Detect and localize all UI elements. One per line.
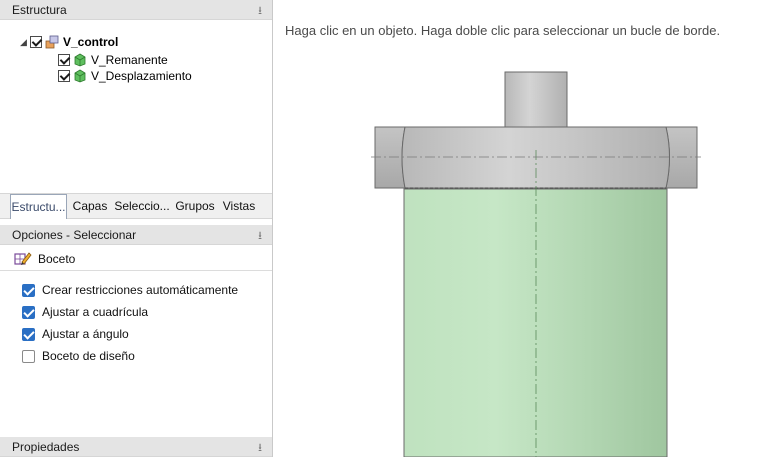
pin-icon[interactable]: ⭳: [258, 227, 262, 246]
tab-grupos[interactable]: Grupos: [173, 194, 217, 219]
options-panel-title: Opciones - Seleccionar: [12, 228, 137, 242]
design-sketch-checkbox[interactable]: [22, 349, 35, 363]
part-icon: [74, 53, 86, 67]
sketch-pencil-icon: [14, 251, 32, 265]
option-auto-constraints[interactable]: Crear restricciones automáticamente: [22, 281, 238, 299]
option-label: Ajustar a ángulo: [42, 327, 129, 341]
expander-icon[interactable]: ◢: [20, 37, 30, 48]
green-cylinder-body[interactable]: [403, 188, 668, 457]
tab-capas[interactable]: Capas: [70, 194, 110, 219]
structure-tree: ◢ V_control V_Remanente V_Desplazamiento: [0, 21, 272, 192]
tree-item-root[interactable]: ◢ V_control: [20, 34, 118, 50]
option-label: Ajustar a cuadrícula: [42, 305, 149, 319]
tree-item-checkbox[interactable]: [58, 70, 70, 82]
tree-root-checkbox[interactable]: [30, 36, 42, 48]
pin-icon[interactable]: ⭳: [258, 439, 262, 457]
top-stub[interactable]: [504, 71, 568, 128]
panel-tabs: Estructu... Capas Seleccio... Grupos Vis…: [0, 193, 272, 219]
structure-panel-header: Estructura ⭳: [0, 0, 272, 20]
option-design-sketch[interactable]: Boceto de diseño: [22, 347, 135, 365]
sketch-section[interactable]: Boceto: [0, 247, 272, 271]
right-pin[interactable]: [665, 126, 698, 189]
tree-item-checkbox[interactable]: [58, 54, 70, 66]
part-icon: [74, 69, 86, 83]
option-label: Boceto de diseño: [42, 349, 135, 363]
left-pin[interactable]: [374, 126, 406, 189]
assembly-icon: [45, 35, 59, 49]
tab-estructura[interactable]: Estructu...: [10, 194, 67, 219]
tree-item-label: V_Remanente: [91, 53, 168, 67]
tab-vistas[interactable]: Vistas: [219, 194, 259, 219]
option-snap-angle[interactable]: Ajustar a ángulo: [22, 325, 129, 343]
tree-item-v-remanente[interactable]: V_Remanente: [58, 52, 168, 68]
options-panel: Boceto Crear restricciones automáticamen…: [0, 247, 272, 437]
structure-panel-title: Estructura: [12, 3, 67, 17]
sketch-section-label: Boceto: [38, 251, 76, 266]
3d-viewport[interactable]: Haga clic en un objeto. Haga doble clic …: [274, 0, 759, 457]
3d-model[interactable]: [274, 0, 759, 457]
snap-grid-checkbox[interactable]: [22, 305, 35, 319]
tree-item-label: V_Desplazamiento: [91, 69, 192, 83]
option-label: Crear restricciones automáticamente: [42, 283, 239, 297]
option-snap-grid[interactable]: Ajustar a cuadrícula: [22, 303, 148, 321]
left-panel: Estructura ⭳ ◢ V_control V_Remanente V_D…: [0, 0, 273, 457]
options-panel-header: Opciones - Seleccionar ⭳: [0, 225, 272, 245]
pin-icon[interactable]: ⭳: [258, 2, 262, 21]
snap-angle-checkbox[interactable]: [22, 327, 35, 341]
tree-root-label: V_control: [63, 35, 119, 49]
properties-panel-header: Propiedades ⭳: [0, 437, 272, 457]
tree-item-v-desplazamiento[interactable]: V_Desplazamiento: [58, 68, 192, 84]
properties-panel-title: Propiedades: [12, 440, 80, 454]
auto-constraints-checkbox[interactable]: [22, 283, 35, 297]
tab-seleccionar[interactable]: Seleccio...: [112, 194, 172, 219]
